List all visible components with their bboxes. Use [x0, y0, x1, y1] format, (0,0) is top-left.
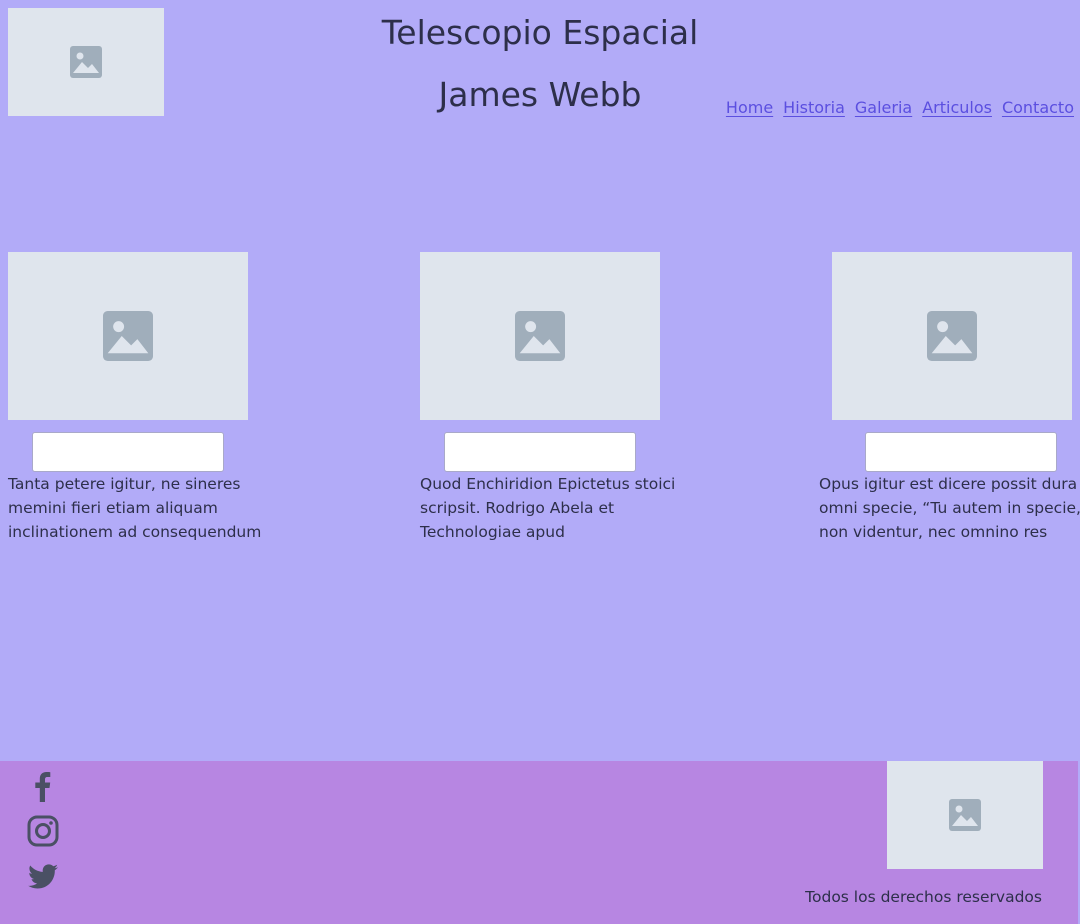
facebook-icon[interactable] [26, 769, 60, 803]
nav-link-home[interactable]: Home [726, 96, 773, 120]
twitter-icon[interactable] [26, 859, 60, 893]
nav-link-contacto[interactable]: Contacto [1002, 96, 1074, 120]
card-button-3[interactable] [865, 432, 1057, 472]
image-placeholder-icon [70, 46, 102, 78]
image-placeholder-icon [949, 799, 981, 831]
footer: Todos los derechos reservados [0, 761, 1078, 924]
page-title: Telescopio Espacial James Webb [340, 2, 740, 126]
main-nav: Home Historia Galeria Articulos Contacto [726, 96, 1074, 120]
page-title-line1: Telescopio Espacial [381, 13, 699, 52]
instagram-icon[interactable] [26, 814, 60, 848]
card-image-1 [8, 252, 248, 420]
page: Telescopio Espacial James Webb Home Hist… [0, 0, 1080, 924]
card-image-3 [832, 252, 1072, 420]
card-text-2: Quod Enchiridion Epictetus stoici scrips… [420, 475, 676, 541]
card-button-2[interactable] [444, 432, 636, 472]
image-placeholder-icon [103, 311, 153, 361]
card-image-2 [420, 252, 660, 420]
header-logo-image [8, 8, 164, 116]
nav-link-galeria[interactable]: Galeria [855, 96, 912, 120]
card-button-1[interactable] [32, 432, 224, 472]
copyright-text: Todos los derechos reservados [805, 888, 1042, 906]
nav-link-historia[interactable]: Historia [783, 96, 845, 120]
page-title-line2: James Webb [438, 75, 642, 114]
image-placeholder-icon [515, 311, 565, 361]
nav-link-articulos[interactable]: Articulos [922, 96, 992, 120]
footer-logo-image [887, 761, 1043, 869]
image-placeholder-icon [927, 311, 977, 361]
card-text-1: Tanta petere igitur, ne sineres memini f… [8, 475, 262, 541]
card-text-3: Opus igitur est dicere possit dura omni … [819, 475, 1080, 541]
